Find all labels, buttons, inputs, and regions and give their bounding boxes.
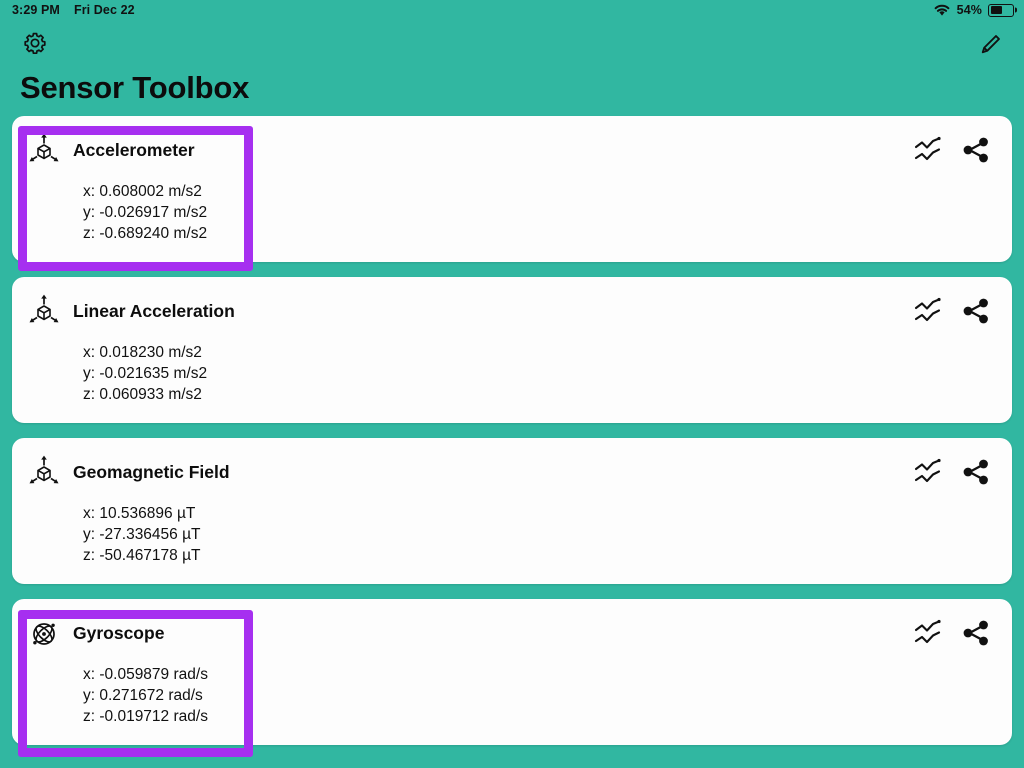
three-axis-cube-icon — [29, 133, 59, 162]
sensor-card-list: Accelerometer x: 0.608002 m/s2 y: -0.026… — [0, 116, 1024, 745]
reading-y: y: 0.271672 rad/s — [83, 686, 203, 704]
card-header: Gyroscope — [28, 613, 996, 653]
pencil-icon — [981, 34, 1000, 53]
share-icon — [963, 459, 988, 485]
card-header: Accelerometer — [28, 130, 996, 170]
reading-z: z: -0.689240 m/s2 — [83, 224, 208, 242]
gyroscope-atom-icon — [33, 623, 55, 645]
chart-button[interactable] — [912, 134, 944, 166]
reading-y: y: -0.021635 m/s2 — [83, 364, 208, 382]
line-chart-icon — [914, 297, 941, 322]
line-chart-icon — [914, 458, 941, 483]
chart-button[interactable] — [912, 617, 944, 649]
status-bar: 3:29 PM Fri Dec 22 54% — [0, 0, 1024, 20]
reading-x: x: -0.059879 rad/s — [83, 666, 208, 683]
battery-fill — [990, 6, 1002, 14]
three-axis-cube-icon — [29, 294, 59, 323]
three-axis-cube-icon — [29, 455, 59, 484]
reading-z: z: 0.060933 m/s2 — [83, 385, 202, 403]
status-time: 3:29 PM — [12, 3, 60, 17]
share-icon — [963, 137, 988, 163]
sensor-card-gyroscope[interactable]: Gyroscope x: -0.059879 rad/s y: 0.271672… — [12, 599, 1012, 745]
card-title: Geomagnetic Field — [73, 461, 230, 482]
gear-icon — [24, 32, 46, 55]
page-title: Sensor Toolbox — [20, 70, 250, 105]
status-bar-right: 54% — [933, 3, 1014, 17]
card-title: Linear Acceleration — [73, 300, 235, 321]
reading-z: z: -0.019712 rad/s — [83, 707, 208, 725]
reading-x: x: 0.018230 m/s2 — [83, 344, 202, 361]
card-actions — [912, 617, 992, 649]
share-button[interactable] — [960, 456, 992, 488]
card-actions — [912, 456, 992, 488]
reading-y: y: -27.336456 µT — [83, 525, 201, 543]
edit-button[interactable] — [974, 26, 1008, 60]
chart-button[interactable] — [912, 295, 944, 327]
line-chart-icon — [914, 136, 941, 161]
card-title: Accelerometer — [73, 139, 195, 160]
line-chart-icon — [914, 619, 941, 644]
settings-button[interactable] — [18, 26, 52, 60]
status-bar-left: 3:29 PM Fri Dec 22 — [12, 3, 135, 17]
share-icon — [963, 620, 988, 646]
card-title: Gyroscope — [73, 622, 165, 643]
card-header: Linear Acceleration — [28, 291, 996, 331]
share-icon — [963, 298, 988, 324]
sensor-card-accelerometer[interactable]: Accelerometer x: 0.608002 m/s2 y: -0.026… — [12, 116, 1012, 262]
battery-icon — [988, 3, 1014, 17]
sensor-card-geomagnetic-field[interactable]: Geomagnetic Field x: 10.536896 µT y: -27… — [12, 438, 1012, 584]
wifi-icon — [934, 4, 950, 16]
card-readings: x: 10.536896 µT y: -27.336456 µT z: -50.… — [28, 504, 996, 566]
card-header: Geomagnetic Field — [28, 452, 996, 492]
share-button[interactable] — [960, 134, 992, 166]
chart-button[interactable] — [912, 456, 944, 488]
reading-z: z: -50.467178 µT — [83, 546, 201, 564]
card-readings: x: 0.608002 m/s2 y: -0.026917 m/s2 z: -0… — [28, 182, 996, 244]
card-actions — [912, 134, 992, 166]
reading-x: x: 10.536896 µT — [83, 505, 196, 522]
share-button[interactable] — [960, 617, 992, 649]
card-readings: x: 0.018230 m/s2 y: -0.021635 m/s2 z: 0.… — [28, 343, 996, 405]
app-bar — [0, 20, 1024, 66]
status-date: Fri Dec 22 — [73, 3, 135, 17]
sensor-card-linear-acceleration[interactable]: Linear Acceleration x: 0.018230 m/s2 y: … — [12, 277, 1012, 423]
reading-x: x: 0.608002 m/s2 — [83, 183, 202, 200]
battery-percent-label: 54% — [956, 3, 982, 17]
share-button[interactable] — [960, 295, 992, 327]
card-readings: x: -0.059879 rad/s y: 0.271672 rad/s z: … — [28, 665, 996, 727]
card-actions — [912, 295, 992, 327]
reading-y: y: -0.026917 m/s2 — [83, 203, 208, 221]
